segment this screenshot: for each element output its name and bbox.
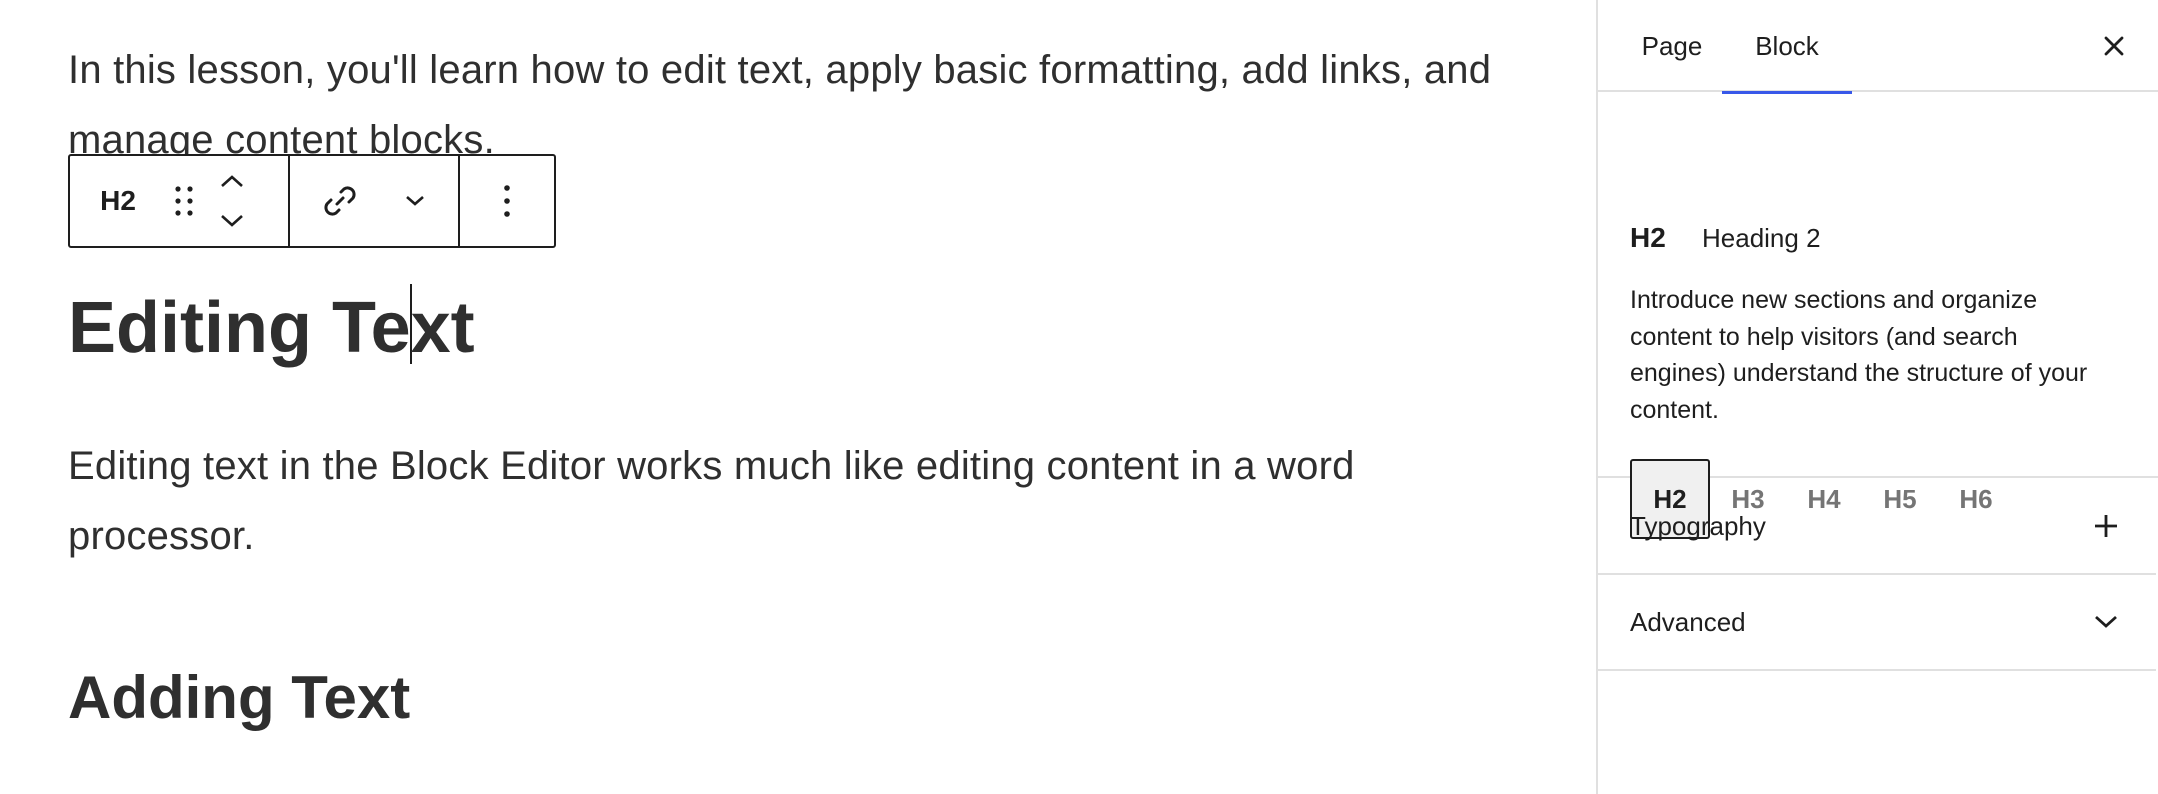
block-card-description: Introduce new sections and organize cont… bbox=[1630, 286, 2088, 424]
sidebar-header: Page Block bbox=[1598, 0, 2158, 94]
panel-title-typography: Typography bbox=[1630, 510, 1766, 541]
heading-text-after-caret: xt bbox=[410, 288, 475, 368]
link-button[interactable] bbox=[290, 156, 390, 246]
panel-title-advanced: Advanced bbox=[1630, 606, 1746, 637]
toolbar-group-block: H2 bbox=[70, 156, 288, 246]
plus-icon bbox=[2086, 506, 2126, 546]
toolbar-group-format bbox=[288, 156, 458, 246]
chevron-down-icon bbox=[2086, 602, 2126, 642]
advanced-panel-toggle[interactable]: Advanced bbox=[1598, 575, 2156, 671]
link-icon bbox=[324, 186, 356, 216]
block-type-button[interactable]: H2 bbox=[70, 156, 166, 246]
settings-sidebar: Page Block H2 Heading 2 Introduce new se… bbox=[1596, 0, 2158, 794]
heading-block-adding-text[interactable]: Adding Text bbox=[68, 656, 410, 740]
toolbar-group-options bbox=[458, 156, 554, 246]
chevron-down-icon bbox=[221, 215, 243, 227]
chevron-down-icon bbox=[406, 196, 424, 206]
more-vertical-icon bbox=[504, 185, 510, 217]
heading-block-icon: H2 bbox=[1630, 222, 1666, 253]
close-sidebar-button[interactable] bbox=[2092, 24, 2136, 68]
more-formatting-button[interactable] bbox=[390, 156, 440, 246]
tab-block[interactable]: Block bbox=[1722, 0, 1852, 94]
move-up-button[interactable] bbox=[202, 161, 262, 201]
drag-handle-icon[interactable] bbox=[166, 156, 202, 246]
heading-text-before-caret: Editing Te bbox=[68, 288, 411, 368]
editor-canvas: In this lesson, you'll learn how to edit… bbox=[0, 0, 1596, 794]
block-card-title: Heading 2 bbox=[1702, 222, 1821, 253]
heading-block-editing-text[interactable]: Editing Text bbox=[68, 280, 475, 376]
move-down-button[interactable] bbox=[202, 201, 262, 241]
block-card: H2 Heading 2 Introduce new sections and … bbox=[1598, 92, 2158, 539]
block-options-button[interactable] bbox=[477, 156, 537, 246]
block-card-title-row: H2 Heading 2 bbox=[1630, 222, 1821, 254]
chevron-up-icon bbox=[221, 175, 243, 187]
block-toolbar: H2 bbox=[68, 154, 556, 248]
tab-page[interactable]: Page bbox=[1612, 0, 1732, 92]
close-icon bbox=[2104, 36, 2124, 56]
block-editor: In this lesson, you'll learn how to edit… bbox=[0, 0, 2158, 794]
block-mover bbox=[202, 156, 262, 246]
typography-panel-toggle[interactable]: Typography bbox=[1598, 479, 2156, 575]
paragraph-block-editing[interactable]: Editing text in the Block Editor works m… bbox=[68, 431, 1528, 571]
